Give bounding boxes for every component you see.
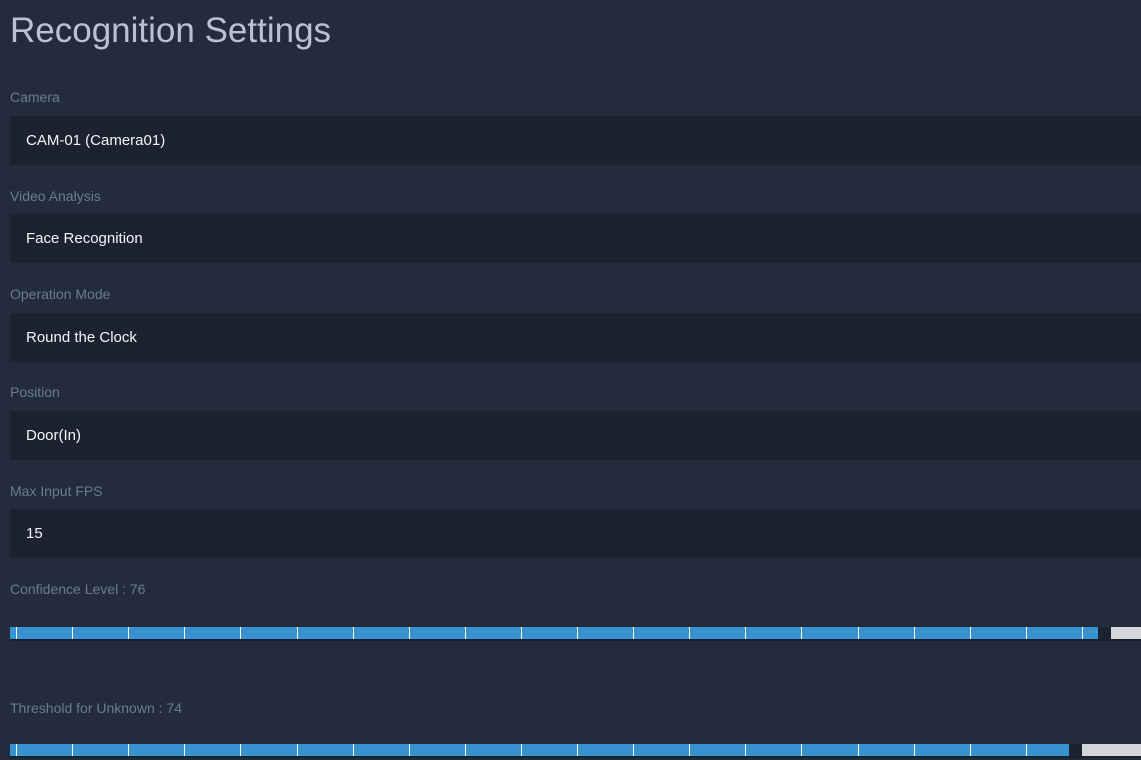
confidence-level-slider[interactable] [10, 627, 1141, 639]
max-input-fps-input[interactable]: 15 [10, 509, 1141, 558]
slider-fill [10, 744, 1069, 756]
camera-label: Camera [10, 89, 60, 105]
confidence-level-label: Confidence Level : 76 [10, 581, 146, 597]
video-analysis-select[interactable]: Face Recognition [10, 214, 1141, 263]
threshold-slider[interactable] [10, 744, 1141, 756]
slider-fill [10, 627, 1098, 639]
slider-handle[interactable] [1069, 744, 1082, 756]
page-title: Recognition Settings [10, 11, 332, 50]
max-input-fps-label: Max Input FPS [10, 483, 103, 499]
position-select[interactable]: Door(In) [10, 411, 1141, 460]
slider-baseline [10, 756, 1141, 758]
operation-mode-select[interactable]: Round the Clock [10, 313, 1141, 362]
threshold-label: Threshold for Unknown : 74 [10, 700, 182, 716]
camera-select[interactable]: CAM-01 (Camera01) [10, 116, 1141, 165]
video-analysis-label: Video Analysis [10, 188, 101, 204]
slider-baseline [10, 639, 1141, 641]
position-label: Position [10, 384, 60, 400]
slider-handle[interactable] [1098, 627, 1111, 639]
recognition-settings-panel: Recognition Settings Camera CAM-01 (Came… [0, 0, 1141, 760]
operation-mode-label: Operation Mode [10, 286, 111, 302]
